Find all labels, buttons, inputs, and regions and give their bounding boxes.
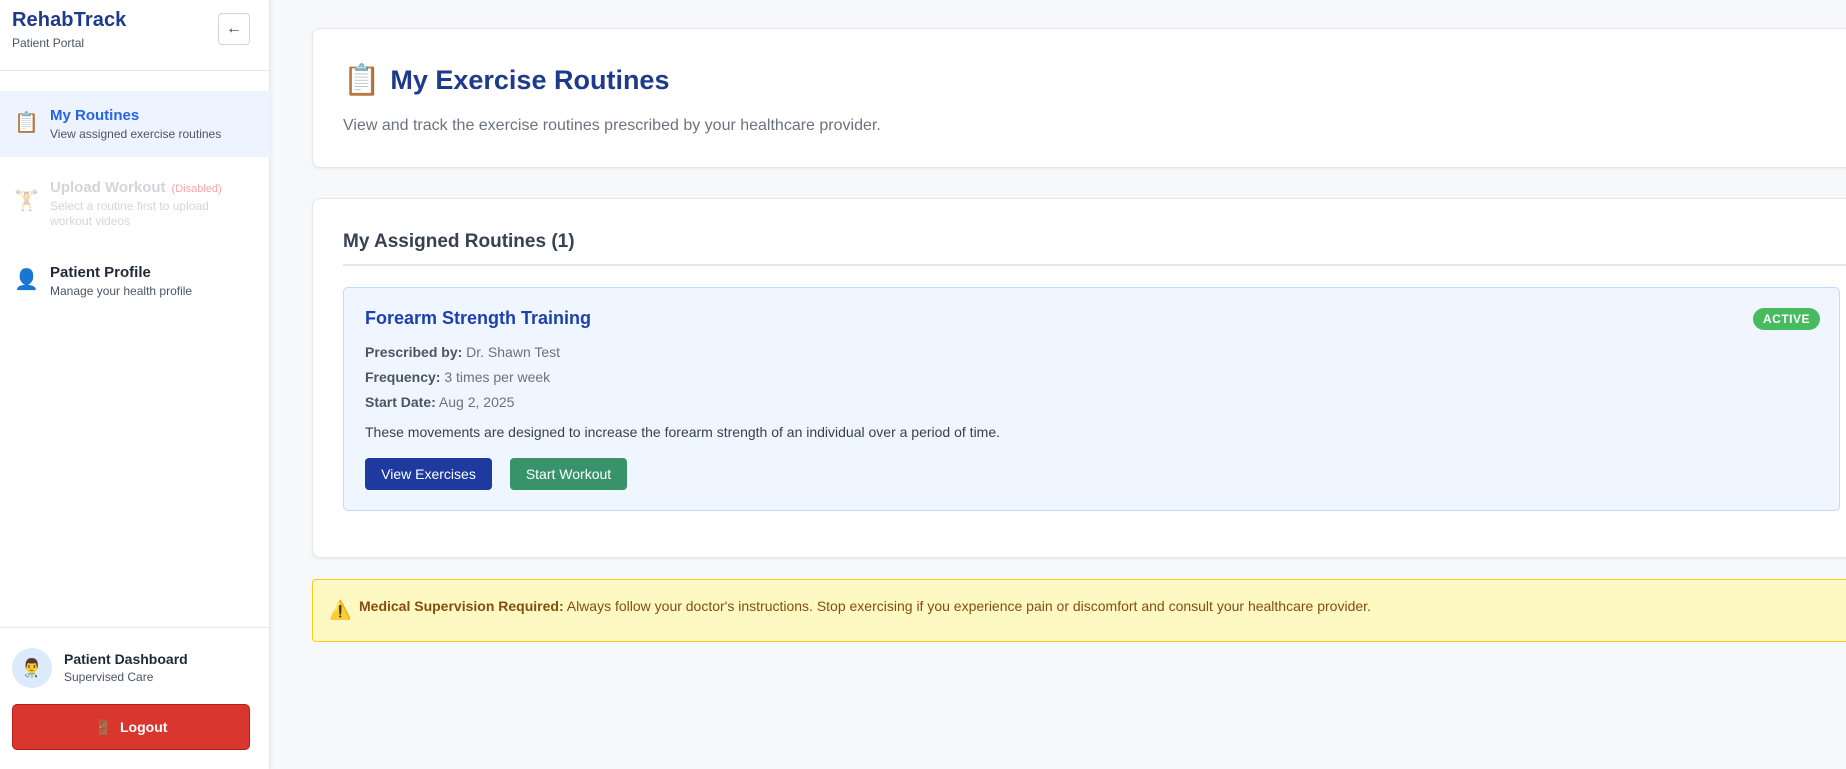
sidebar-item-label: Patient Profile	[50, 264, 151, 281]
user-role: Supervised Care	[64, 670, 154, 684]
meta-label: Frequency:	[365, 369, 441, 385]
weightlifter-icon: 🏋	[14, 190, 39, 212]
logout-label: Logout	[120, 719, 168, 735]
page-title: 📋 My Exercise Routines	[343, 63, 669, 98]
sidebar: RehabTrack Patient Portal ← 📋 My Routine…	[0, 0, 270, 769]
assigned-routines-card: My Assigned Routines (1) Forearm Strengt…	[312, 198, 1846, 558]
divider	[343, 264, 1846, 266]
clipboard-icon: 📋	[343, 64, 381, 97]
door-icon: 🚪	[94, 718, 112, 735]
brand: RehabTrack Patient Portal	[12, 9, 126, 50]
meta-value: Dr. Shawn Test	[466, 344, 561, 360]
meta-value: 3 times per week	[444, 369, 551, 385]
prescribed-by: Prescribed by: Dr. Shawn Test	[365, 344, 560, 360]
user-icon: 👤	[14, 269, 39, 291]
brand-title: RehabTrack	[12, 9, 127, 31]
view-exercises-button[interactable]: View Exercises	[365, 458, 492, 490]
start-workout-button[interactable]: Start Workout	[510, 458, 627, 490]
meta-label: Prescribed by:	[365, 344, 463, 360]
sidebar-item-description: View assigned exercise routines	[50, 127, 222, 141]
warning-title: Medical Supervision Required:	[359, 598, 564, 614]
page-header-card: 📋 My Exercise Routines View and track th…	[312, 28, 1846, 168]
warning-icon: ⚠️	[329, 600, 352, 620]
meta-label: Start Date:	[365, 394, 436, 410]
user-name: Patient Dashboard	[64, 651, 188, 667]
page-title-text: My Exercise Routines	[390, 65, 670, 95]
warning-text: Medical Supervision Required: Always fol…	[359, 598, 1371, 614]
routine-name: Forearm Strength Training	[365, 308, 592, 328]
doctor-icon: 👨‍⚕️	[20, 657, 44, 678]
sidebar-item-upload-workout: 🏋 Upload Workout (Disabled) Select a rout…	[0, 172, 270, 238]
user-info: Patient Dashboard Supervised Care	[64, 651, 188, 684]
warning-message: Always follow your doctor's instructions…	[566, 598, 1371, 614]
avatar: 👨‍⚕️	[12, 648, 52, 688]
routine-description: These movements are designed to increase…	[365, 424, 1001, 440]
divider	[0, 70, 270, 71]
sidebar-item-label: My Routines	[50, 107, 140, 124]
divider	[0, 627, 270, 628]
clipboard-icon: 📋	[14, 112, 39, 134]
routine-card: Forearm Strength Training ACTIVE Prescri…	[343, 287, 1840, 511]
medical-warning: ⚠️ Medical Supervision Required: Always …	[312, 579, 1846, 642]
collapse-sidebar-button[interactable]: ←	[218, 13, 250, 45]
frequency: Frequency: 3 times per week	[365, 369, 550, 385]
meta-value: Aug 2, 2025	[438, 394, 515, 410]
logout-button[interactable]: 🚪 Logout	[12, 704, 250, 750]
sidebar-item-patient-profile[interactable]: 👤 Patient Profile Manage your health pro…	[0, 260, 270, 310]
start-date: Start Date: Aug 2, 2025	[365, 394, 514, 410]
sidebar-item-description: Manage your health profile	[50, 284, 193, 298]
status-badge: ACTIVE	[1752, 308, 1820, 330]
disabled-badge: (Disabled)	[171, 183, 222, 195]
brand-subtitle: Patient Portal	[12, 36, 85, 50]
sidebar-item-my-routines[interactable]: 📋 My Routines View assigned exercise rou…	[0, 91, 270, 157]
arrow-left-icon: ←	[226, 20, 242, 37]
section-heading: My Assigned Routines (1)	[343, 231, 575, 252]
sidebar-item-description: Select a routine first to upload workout…	[50, 199, 209, 228]
page-subtitle: View and track the exercise routines pre…	[343, 117, 881, 134]
sidebar-item-label: Upload Workout	[50, 179, 166, 196]
